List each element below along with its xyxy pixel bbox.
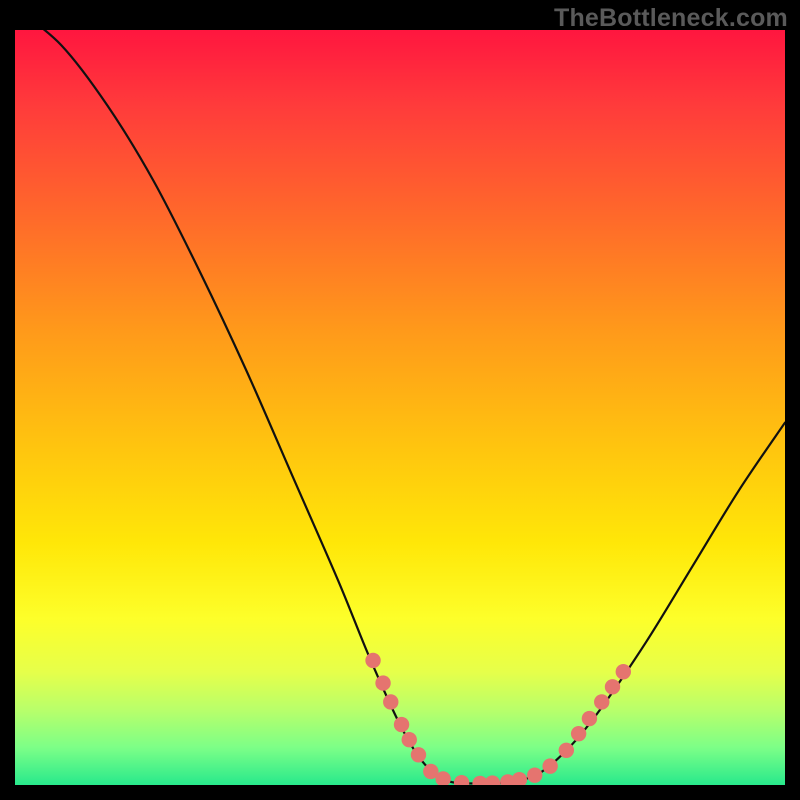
highlight-dot <box>375 675 390 690</box>
highlight-dot <box>616 664 631 679</box>
highlight-dot <box>527 767 542 782</box>
highlight-dot <box>542 758 557 773</box>
highlight-dot <box>411 747 426 762</box>
highlight-dot <box>383 694 398 709</box>
highlight-dot <box>571 726 586 741</box>
highlight-dot <box>454 775 469 785</box>
bottleneck-plot <box>15 30 785 785</box>
highlight-dot <box>365 653 380 668</box>
highlight-dot <box>485 775 500 785</box>
watermark-text: TheBottleneck.com <box>554 4 788 33</box>
bottleneck-curve <box>15 30 785 784</box>
highlight-dot <box>402 732 417 747</box>
highlight-dot <box>394 717 409 732</box>
chart-container: TheBottleneck.com <box>0 0 800 800</box>
highlight-dot <box>582 711 597 726</box>
highlight-dot <box>605 679 620 694</box>
highlight-dot <box>559 743 574 758</box>
highlight-dot <box>512 772 527 785</box>
plot-svg <box>15 30 785 785</box>
highlight-dot <box>594 694 609 709</box>
